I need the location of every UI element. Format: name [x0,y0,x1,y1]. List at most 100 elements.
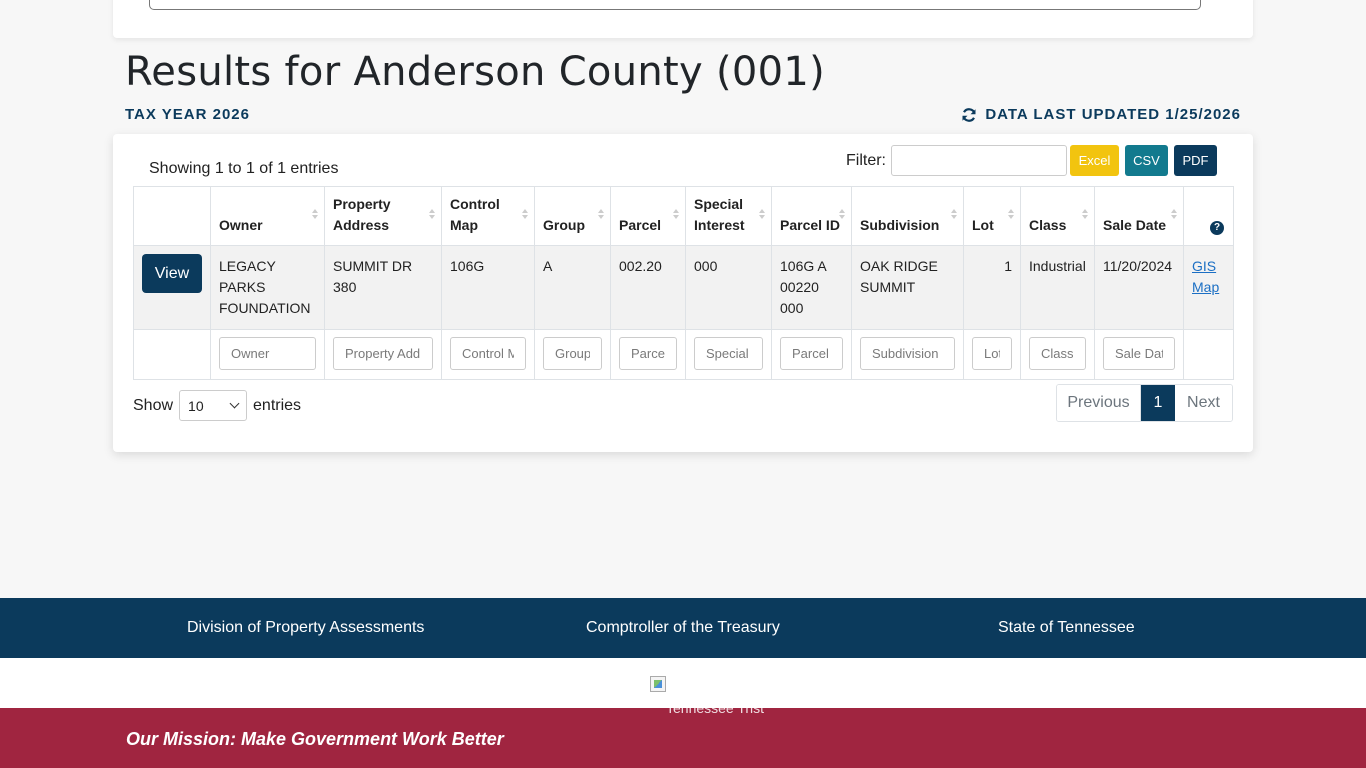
tax-year-label: TAX YEAR 2026 [125,106,250,123]
sort-icon [522,209,528,219]
sort-icon [759,209,765,219]
table-cell-address: SUMMIT DR 380 [324,245,442,330]
sort-icon [1008,209,1014,219]
column-header-label: Subdivision [860,217,940,233]
length-control: Show 10 entries [133,390,301,421]
logo-alt-text: Tennessee Trist [666,700,765,716]
table-header-row: Owner Property Address Control Map Group… [133,186,1234,246]
next-page-button[interactable]: Next [1175,385,1232,421]
filter-cell [210,329,325,380]
sort-icon [1171,209,1177,219]
page-title: Results for Anderson County (001) [125,49,826,95]
filter-cell [1020,329,1095,380]
column-header-parcel[interactable]: Parcel [610,186,686,246]
column-header-class[interactable]: Class [1020,186,1095,246]
column-header-label: Control Map [450,196,500,233]
column-filter-row [133,329,1234,380]
footer-link-comptroller[interactable]: Comptroller of the Treasury [586,619,780,637]
page-1-button[interactable]: 1 [1141,385,1175,421]
column-header-label: Property Address [333,196,391,233]
filter-cell-empty [133,329,211,380]
column-header-action [133,186,211,246]
column-header-label: Lot [972,217,994,233]
group-filter-input[interactable] [543,337,602,370]
pagination: Previous 1 Next [1056,384,1233,422]
column-header-label: Owner [219,217,263,233]
footer-nav: Division of Property Assessments Comptro… [0,598,1366,658]
column-header-label: Parcel ID [780,217,840,233]
filter-cell [685,329,772,380]
column-header-label: Parcel [619,217,662,233]
show-label: Show [133,396,174,414]
filter-cell [610,329,686,380]
column-header-lot[interactable]: Lot [963,186,1021,246]
sort-icon [429,209,435,219]
table-row: View LEGACY PARKS FOUNDATION SUMMIT DR 3… [133,245,1234,330]
export-excel-button[interactable]: Excel [1070,145,1119,176]
filter-cell [963,329,1021,380]
column-header-label: Group [543,217,585,233]
results-card: Showing 1 to 1 of 1 entries Filter: Exce… [113,134,1253,452]
filter-input[interactable] [891,145,1067,176]
sort-icon [1082,209,1088,219]
parcel-filter-input[interactable] [619,337,677,370]
table-cell-group: A [534,245,611,330]
help-icon[interactable]: ? [1210,221,1224,235]
chevron-down-icon [229,398,240,409]
sort-icon [951,209,957,219]
table-cell-control-map: 106G [441,245,535,330]
class-filter-input[interactable] [1029,337,1086,370]
address-filter-input[interactable] [333,337,433,370]
column-header-label: Special Interest [694,196,745,233]
column-header-special-interest[interactable]: Special Interest [685,186,772,246]
control-map-filter-input[interactable] [450,337,526,370]
export-pdf-button[interactable]: PDF [1174,145,1217,176]
column-header-property-address[interactable]: Property Address [324,186,442,246]
column-header-sale-date[interactable]: Sale Date [1094,186,1184,246]
subdivision-filter-input[interactable] [860,337,955,370]
page-length-value: 10 [188,397,204,414]
table-cell-action: View [133,245,211,330]
mission-statement: Our Mission: Make Government Work Better [126,729,504,749]
column-header-subdivision[interactable]: Subdivision [851,186,964,246]
column-header-label: Sale Date [1103,217,1167,233]
table-cell-owner: LEGACY PARKS FOUNDATION [210,245,325,330]
column-header-owner[interactable]: Owner [210,186,325,246]
mission-band: Tennessee Trist Our Mission: Make Govern… [0,700,1366,768]
view-button[interactable]: View [142,254,202,293]
table-cell-subdivision: OAK RIDGE SUMMIT [851,245,964,330]
gis-map-link[interactable]: GIS Map [1192,258,1219,295]
filter-cell [1094,329,1184,380]
parcel-id-filter-input[interactable] [780,337,843,370]
search-card [113,0,1253,38]
export-csv-button[interactable]: CSV [1125,145,1168,176]
footer-link-state[interactable]: State of Tennessee [998,619,1135,637]
filter-cell [851,329,964,380]
column-header-help: ? [1183,186,1234,246]
filter-cell [534,329,611,380]
filter-cell [324,329,442,380]
page-length-select[interactable]: 10 [179,390,248,421]
table-cell-class: Industrial [1020,245,1095,330]
refresh-icon [962,107,976,122]
sort-icon [598,209,604,219]
footer-link-property-assessments[interactable]: Division of Property Assessments [187,619,424,637]
column-header-parcel-id[interactable]: Parcel ID [771,186,852,246]
table-cell-special-interest: 000 [685,245,772,330]
sort-icon [673,209,679,219]
table-cell-parcel: 002.20 [610,245,686,330]
owner-filter-input[interactable] [219,337,316,370]
broken-image-icon [650,676,666,692]
entries-label: entries [253,396,302,414]
filter-cell [771,329,852,380]
search-input-bottom-edge[interactable] [149,0,1201,10]
column-header-control-map[interactable]: Control Map [441,186,535,246]
column-header-group[interactable]: Group [534,186,611,246]
table-cell-gis: GIS Map [1183,245,1234,330]
sale-date-filter-input[interactable] [1103,337,1175,370]
lot-filter-input[interactable] [972,337,1012,370]
table-info: Showing 1 to 1 of 1 entries [149,160,339,177]
table-cell-lot: 1 [963,245,1021,330]
previous-page-button[interactable]: Previous [1057,385,1141,421]
special-interest-filter-input[interactable] [694,337,763,370]
